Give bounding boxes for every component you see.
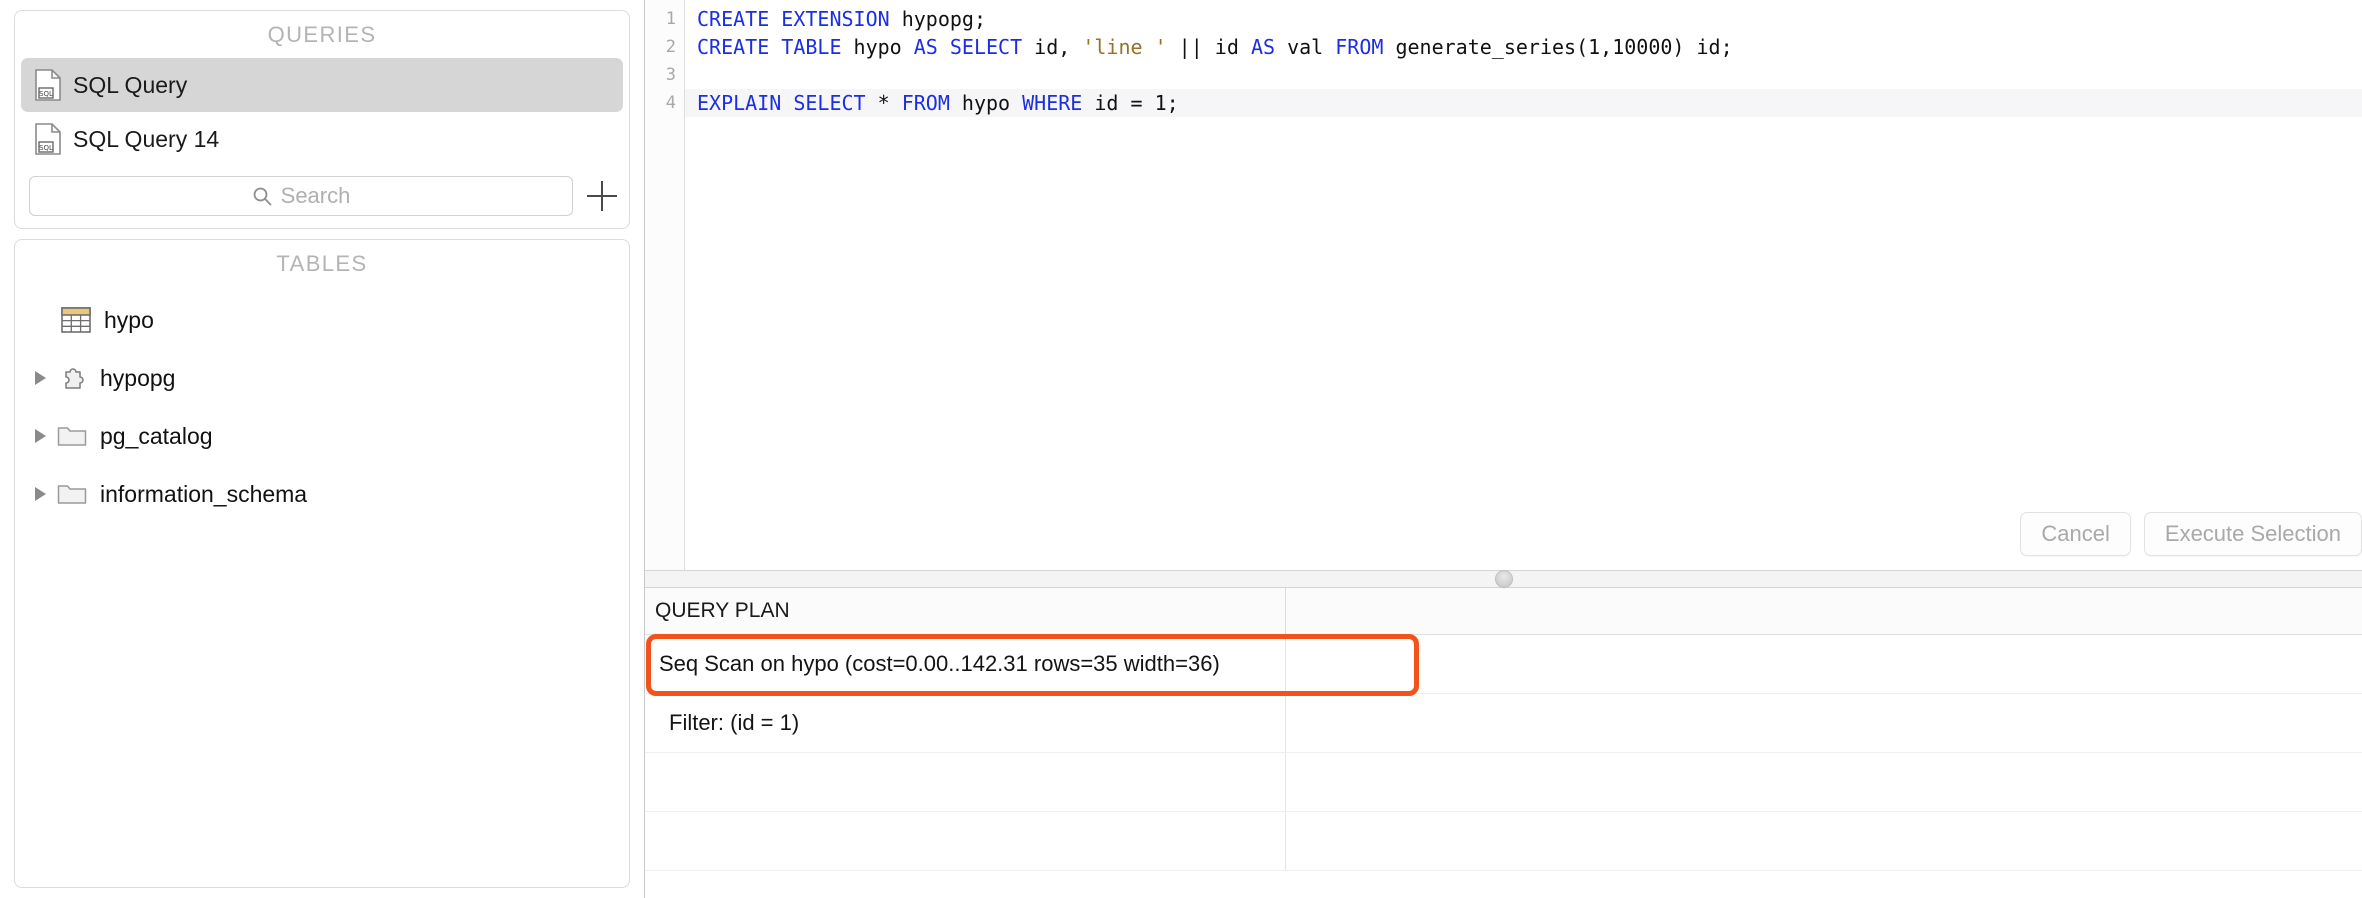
code-token: hypopg;: [889, 7, 986, 31]
code-token: WHERE: [1022, 91, 1083, 115]
code-token: CREATE TABLE: [697, 35, 842, 59]
folder-icon: [57, 481, 87, 507]
code-token: *: [865, 91, 902, 115]
tables-tree: hypo hypopg pg_catalog information_schem…: [15, 287, 629, 523]
editor-toolbar: Cancel Execute Selection: [2020, 512, 2362, 556]
cell-query-plan: [645, 812, 1286, 870]
table-row[interactable]: Filter: (id = 1): [645, 694, 2362, 753]
queries-panel-title: QUERIES: [267, 22, 377, 47]
code-line[interactable]: EXPLAIN SELECT * FROM hypo WHERE id = 1;: [685, 89, 2362, 117]
code-token: hypo: [949, 91, 1023, 115]
line-number: 3: [665, 65, 676, 85]
panel-splitter[interactable]: [645, 570, 2362, 588]
editor-line-number-gutter: 1 2 3 4: [645, 0, 685, 570]
table-icon: [61, 307, 91, 333]
code-token: FROM: [901, 91, 950, 115]
search-input[interactable]: Search: [29, 176, 573, 216]
tree-item-pg-catalog[interactable]: pg_catalog: [15, 407, 629, 465]
line-number: 4: [665, 93, 676, 113]
extension-puzzle-icon: [57, 365, 87, 391]
tables-panel-title: TABLES: [276, 251, 368, 276]
code-line[interactable]: CREATE EXTENSION hypopg;: [685, 5, 2362, 33]
folder-icon: [57, 423, 87, 449]
cell-query-plan: Seq Scan on hypo (cost=0.00..142.31 rows…: [645, 635, 1286, 693]
table-row[interactable]: [645, 753, 2362, 812]
add-query-button[interactable]: [587, 181, 617, 211]
code-token: 'line ': [1082, 35, 1167, 59]
results-header-row: QUERY PLAN: [645, 588, 2362, 635]
chevron-right-icon[interactable]: [29, 371, 51, 385]
cell-query-plan: Filter: (id = 1): [645, 694, 1286, 752]
tree-item-label: information_schema: [100, 480, 308, 507]
cell-blank: [1286, 753, 2362, 811]
query-list: SQL SQL Query SQL SQL Query 14: [15, 58, 629, 166]
tree-item-label: hypo: [104, 306, 154, 333]
tree-item-hypo[interactable]: hypo: [15, 291, 629, 349]
sql-document-icon: SQL: [35, 123, 61, 155]
line-number: 2: [665, 37, 676, 57]
code-token: id = 1;: [1082, 91, 1179, 115]
code-token: generate_series(1,10000) id;: [1383, 35, 1733, 59]
code-line[interactable]: [685, 61, 2362, 89]
chevron-right-icon[interactable]: [29, 429, 51, 443]
sidebar: QUERIES SQL SQL Query SQL SQL Query 14 S…: [0, 0, 644, 898]
column-header-blank[interactable]: [1286, 588, 2362, 634]
code-token: FROM: [1335, 35, 1384, 59]
code-token: AS: [1250, 35, 1276, 59]
tables-panel: TABLES hypo hypopg pg_catalog informatio…: [14, 239, 630, 888]
queries-search-row: Search: [15, 166, 629, 220]
sql-document-icon: SQL: [35, 69, 61, 101]
results-grid: QUERY PLAN Seq Scan on hypo (cost=0.00..…: [645, 588, 2362, 898]
cell-query-plan: [645, 753, 1286, 811]
results-body: Seq Scan on hypo (cost=0.00..142.31 rows…: [645, 634, 2362, 871]
svg-text:SQL: SQL: [39, 90, 53, 98]
code-token: AS SELECT: [913, 35, 1023, 59]
line-number: 1: [665, 9, 676, 29]
cancel-button[interactable]: Cancel: [2020, 512, 2131, 556]
query-list-item-sql-query[interactable]: SQL SQL Query: [21, 58, 623, 112]
main-area: 1 2 3 4 CREATE EXTENSION hypopg; CREATE …: [644, 0, 2362, 898]
table-row[interactable]: Seq Scan on hypo (cost=0.00..142.31 rows…: [645, 635, 2362, 694]
editor-code-area[interactable]: CREATE EXTENSION hypopg; CREATE TABLE hy…: [685, 0, 2362, 570]
query-list-item-label: SQL Query: [73, 71, 188, 98]
chevron-right-icon[interactable]: [29, 487, 51, 501]
queries-panel: QUERIES SQL SQL Query SQL SQL Query 14 S…: [14, 10, 630, 229]
table-row[interactable]: [645, 812, 2362, 871]
cell-blank: [1286, 812, 2362, 870]
code-token: EXPLAIN SELECT: [697, 91, 866, 115]
query-list-item-label: SQL Query 14: [73, 125, 220, 152]
code-token: val: [1275, 35, 1336, 59]
app-root: QUERIES SQL SQL Query SQL SQL Query 14 S…: [0, 0, 2362, 898]
cell-blank: [1286, 635, 2362, 693]
tree-item-information-schema[interactable]: information_schema: [15, 465, 629, 523]
column-header-query-plan[interactable]: QUERY PLAN: [645, 588, 1286, 634]
sql-editor[interactable]: 1 2 3 4 CREATE EXTENSION hypopg; CREATE …: [645, 0, 2362, 570]
tree-item-label: pg_catalog: [100, 422, 213, 449]
cell-blank: [1286, 694, 2362, 752]
code-token: || id: [1166, 35, 1251, 59]
splitter-handle[interactable]: [1494, 570, 1513, 588]
search-placeholder: Search: [280, 183, 351, 208]
code-token: hypo: [841, 35, 914, 59]
tree-item-label: hypopg: [100, 364, 176, 391]
code-line[interactable]: CREATE TABLE hypo AS SELECT id, 'line ' …: [685, 33, 2362, 61]
code-token: CREATE EXTENSION: [697, 7, 890, 31]
tree-item-hypopg[interactable]: hypopg: [15, 349, 629, 407]
query-list-item-sql-query-14[interactable]: SQL SQL Query 14: [21, 112, 623, 166]
search-icon: [252, 186, 272, 206]
code-token: id,: [1022, 35, 1083, 59]
execute-selection-button[interactable]: Execute Selection: [2143, 512, 2362, 556]
svg-text:SQL: SQL: [39, 144, 53, 152]
